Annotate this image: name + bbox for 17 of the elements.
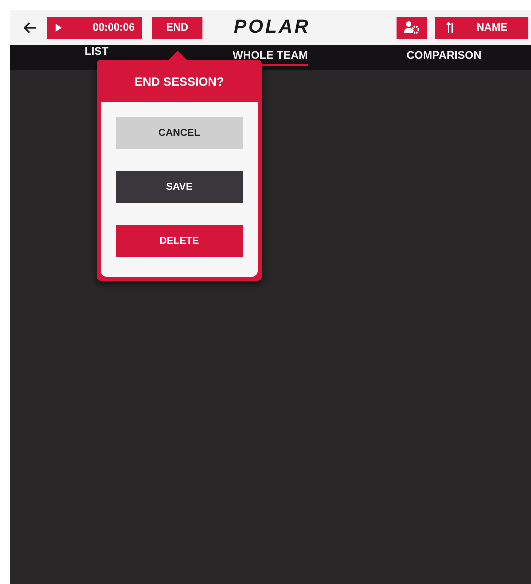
tab[interactable]: WHOLE TEAM bbox=[184, 45, 358, 70]
dialog-title: END SESSION? bbox=[134, 74, 226, 91]
logo: POLAR bbox=[234, 16, 310, 38]
team-settings-button[interactable] bbox=[396, 16, 428, 38]
dialog-button[interactable]: CANCEL bbox=[116, 117, 243, 149]
timer-text: 00:00:06 bbox=[93, 22, 135, 34]
play-icon bbox=[55, 22, 63, 32]
sort-button[interactable]: NAME bbox=[435, 16, 529, 38]
end-button[interactable]: END bbox=[152, 16, 203, 38]
dialog-button[interactable]: SAVE bbox=[116, 171, 243, 203]
tab[interactable]: COMPARISON bbox=[357, 45, 531, 70]
sort-label: NAME bbox=[476, 22, 508, 34]
sort-icon bbox=[446, 22, 454, 34]
timer-button[interactable]: 00:00:06 bbox=[48, 16, 142, 38]
person-gear-icon bbox=[404, 20, 420, 35]
back-arrow-icon[interactable] bbox=[24, 22, 37, 34]
dialog-button[interactable]: DELETE bbox=[116, 225, 243, 257]
